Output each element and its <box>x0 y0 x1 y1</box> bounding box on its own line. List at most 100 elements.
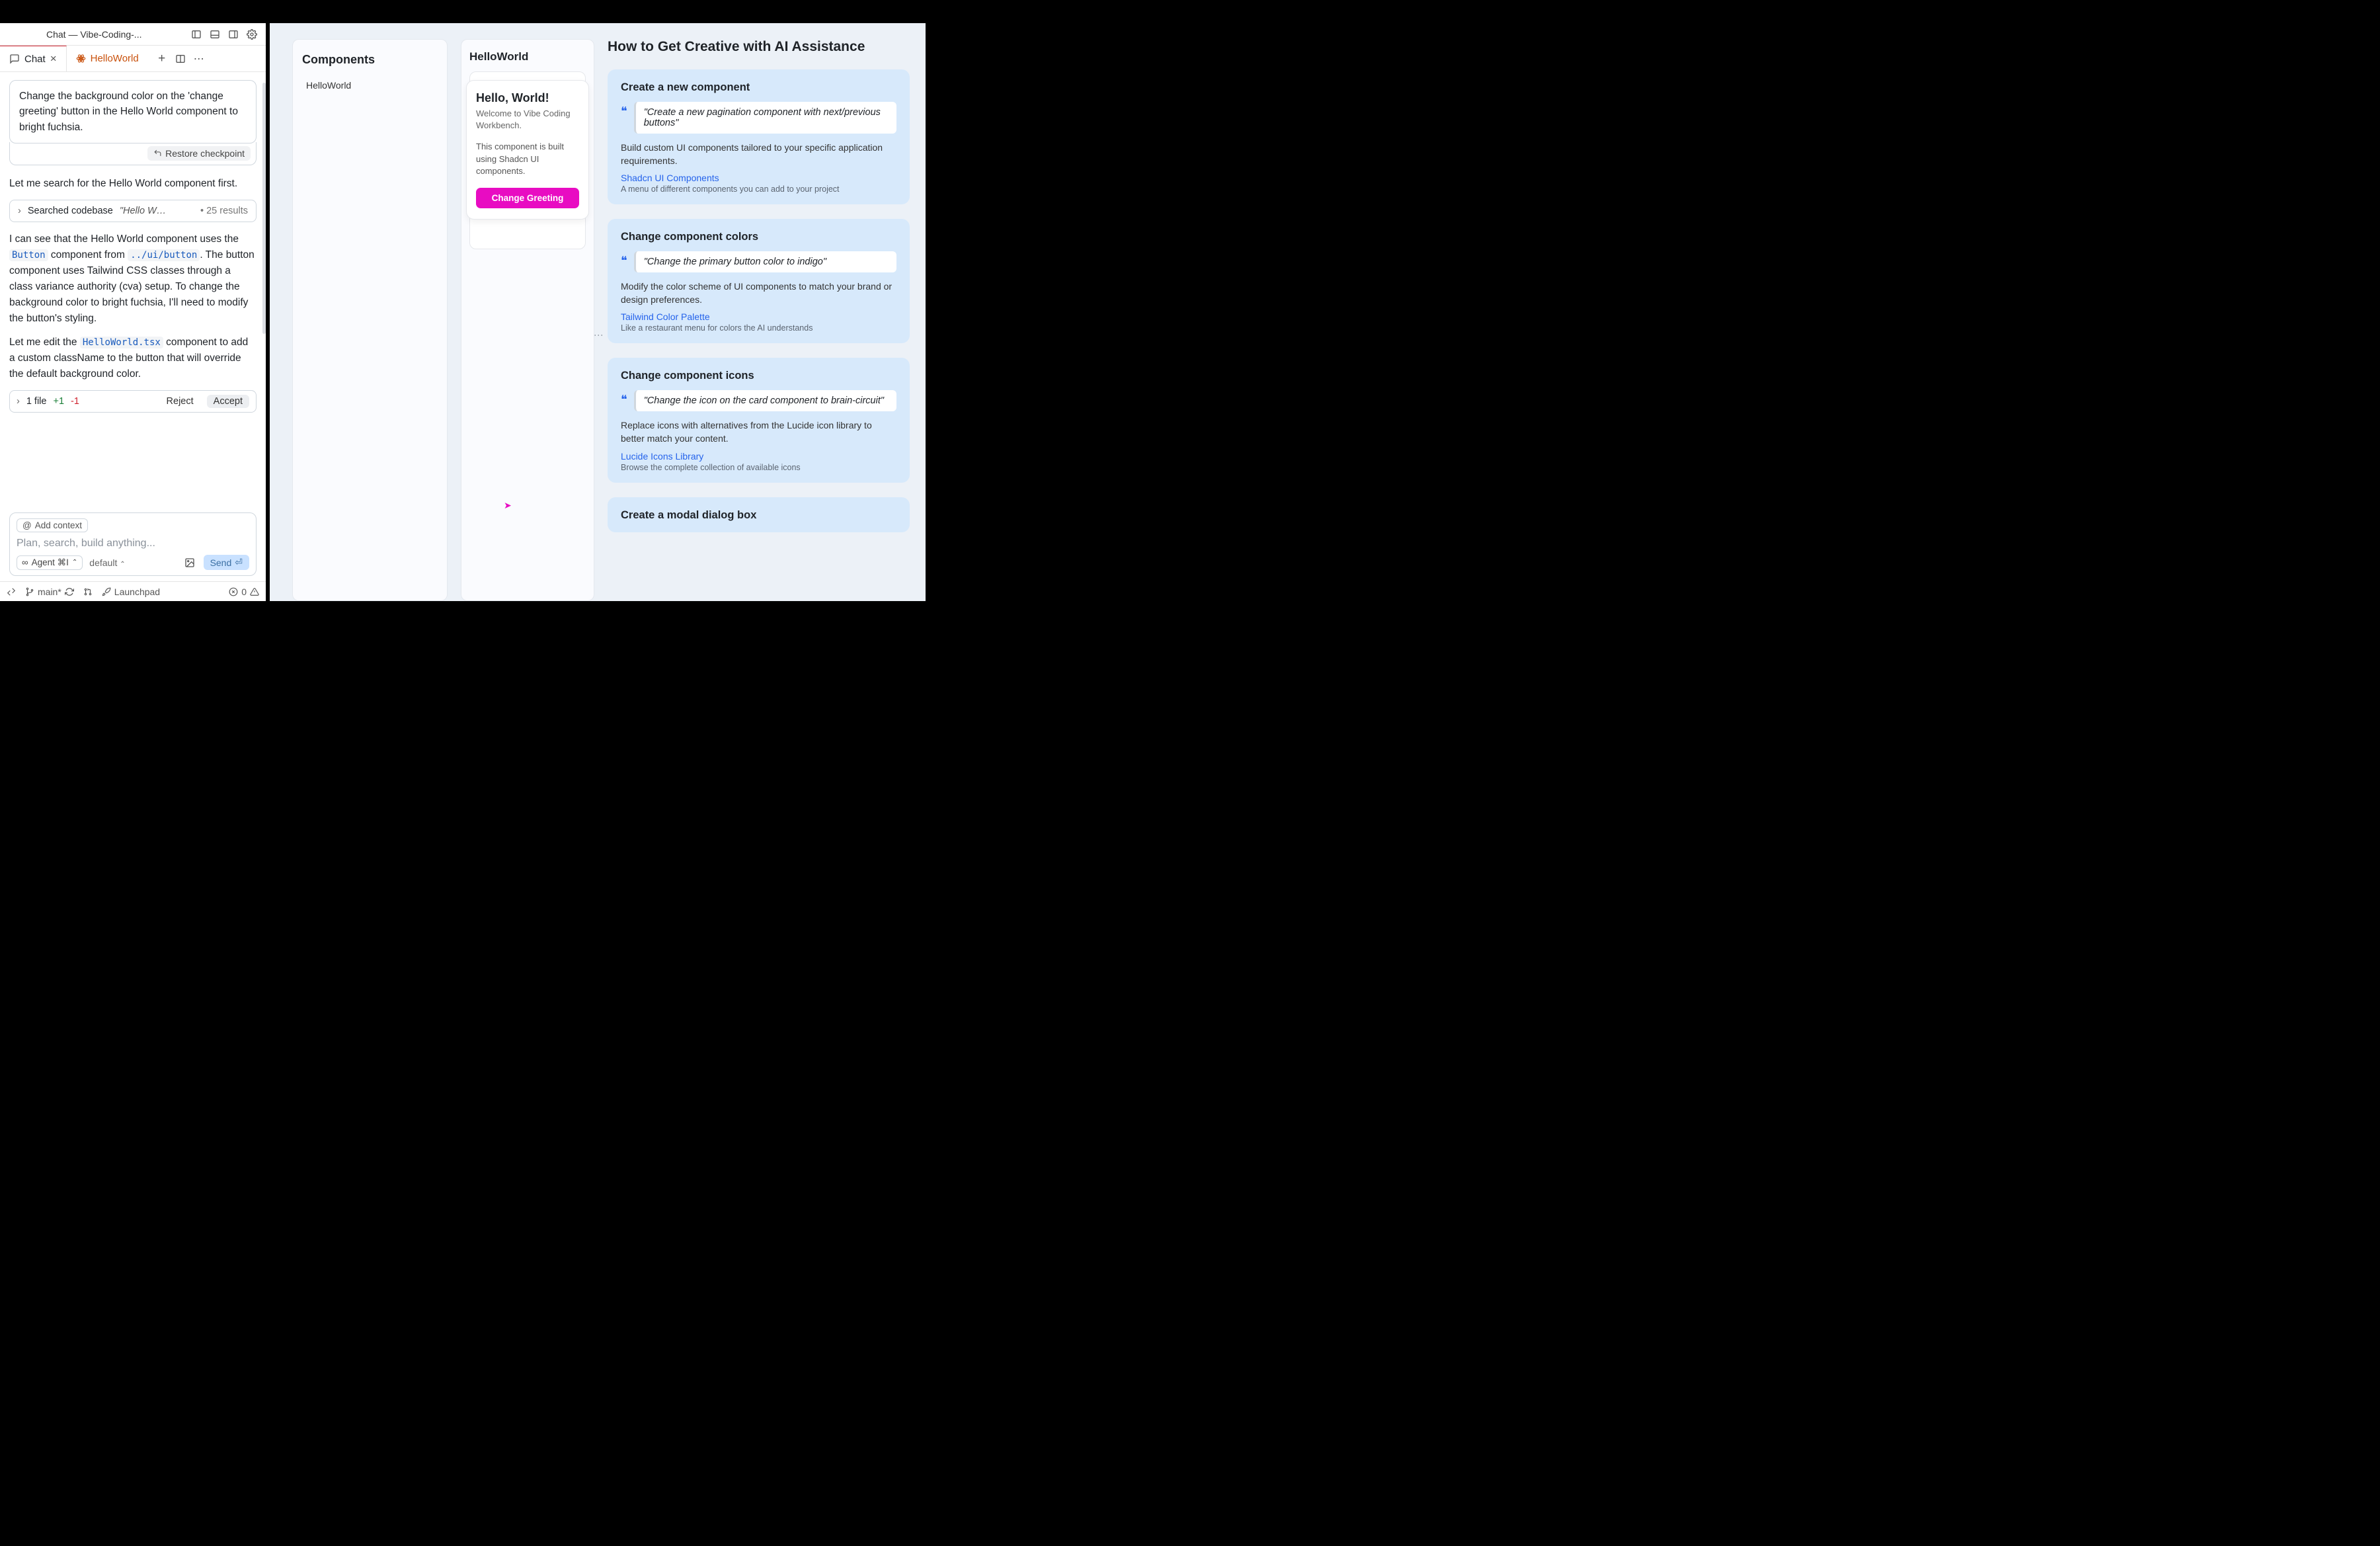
quote-icon: ❝ <box>621 390 627 411</box>
search-label: Searched codebase <box>28 206 113 216</box>
help-link[interactable]: Shadcn UI Components <box>621 173 896 183</box>
chat-scroll[interactable]: Change the background color on the 'chan… <box>0 72 266 509</box>
tab-strip: Chat × HelloWorld + ⋯ <box>0 46 266 72</box>
preview-panel: HelloWorld Hello, World! Welcome to Vibe… <box>461 39 594 601</box>
split-icon[interactable] <box>173 52 188 66</box>
chevron-right-icon: › <box>17 396 20 407</box>
reject-button[interactable]: Reject <box>160 395 200 408</box>
pr-icon[interactable] <box>83 587 93 596</box>
diff-deletions: -1 <box>71 396 79 407</box>
help-card-new-component: Create a new component ❝ "Create a new p… <box>608 69 910 204</box>
preview-heading: HelloWorld <box>469 50 586 63</box>
accept-button[interactable]: Accept <box>207 395 249 408</box>
composer: @ Add context ∞ Agent ⌘I ⌃ default ⌃ Sen… <box>9 512 257 576</box>
restore-checkpoint-button[interactable]: Restore checkpoint <box>147 146 251 161</box>
help-link[interactable]: Lucide Icons Library <box>621 451 896 462</box>
agent-mode-chip[interactable]: ∞ Agent ⌘I ⌃ <box>17 555 83 570</box>
code-inline: HelloWorld.tsx <box>80 337 163 348</box>
undo-icon <box>153 149 162 157</box>
help-title: How to Get Creative with AI Assistance <box>608 39 910 55</box>
error-count[interactable]: 0 <box>229 587 259 597</box>
diff-file-count: 1 file <box>26 396 47 407</box>
panel-left-icon[interactable] <box>189 27 204 42</box>
tab-helloworld[interactable]: HelloWorld <box>67 46 148 71</box>
code-inline: ../ui/button <box>128 249 200 261</box>
infinity-icon: ∞ <box>22 557 28 567</box>
model-select[interactable]: default ⌃ <box>89 557 125 568</box>
chat-icon <box>9 54 20 64</box>
card-title: Hello, World! <box>476 91 579 105</box>
help-quote: "Change the icon on the card component t… <box>634 390 896 411</box>
preview-card: Hello, World! Welcome to Vibe Coding Wor… <box>466 80 589 220</box>
error-icon <box>229 587 238 596</box>
sync-icon[interactable] <box>65 587 74 596</box>
help-card-title: Change component icons <box>621 370 896 382</box>
status-bar: main* Launchpad 0 <box>0 581 266 601</box>
quote-icon: ❝ <box>621 251 627 272</box>
help-desc: Modify the color scheme of UI components… <box>621 280 896 306</box>
branch-status[interactable]: main* <box>25 587 74 597</box>
assistant-text: Let me search for the Hello World compon… <box>9 176 257 192</box>
help-sub: Like a restaurant menu for colors the AI… <box>621 323 896 333</box>
user-message: Change the background color on the 'chan… <box>9 80 257 143</box>
cursor-icon: ➤ <box>504 500 512 511</box>
scrollbar[interactable] <box>262 83 266 334</box>
search-result-box[interactable]: › Searched codebase "Hello W… • 25 resul… <box>9 200 257 222</box>
quote-icon: ❝ <box>621 102 627 134</box>
diff-box[interactable]: › 1 file +1 -1 Reject Accept <box>9 390 257 413</box>
rocket-icon <box>102 587 111 596</box>
diff-additions: +1 <box>53 396 64 407</box>
tab-label: Chat <box>24 54 46 65</box>
branch-icon <box>25 587 34 596</box>
help-sub: A menu of different components you can a… <box>621 184 896 194</box>
help-desc: Replace icons with alternatives from the… <box>621 419 896 445</box>
search-count: • 25 results <box>200 206 248 216</box>
help-card-colors: Change component colors ❝ "Change the pr… <box>608 219 910 343</box>
chevron-up-icon: ⌃ <box>72 559 77 566</box>
image-icon[interactable] <box>182 555 197 570</box>
help-sub: Browse the complete collection of availa… <box>621 463 896 472</box>
close-icon[interactable]: × <box>50 52 57 65</box>
chat-input[interactable] <box>17 538 249 549</box>
remote-icon[interactable] <box>7 587 16 596</box>
help-link[interactable]: Tailwind Color Palette <box>621 311 896 322</box>
card-subtitle: Welcome to Vibe Coding Workbench. <box>476 108 579 132</box>
chevron-up-icon: ⌃ <box>120 561 125 568</box>
panel-bottom-icon[interactable] <box>208 27 222 42</box>
drag-handle-icon[interactable]: ⋮ <box>594 331 604 341</box>
tab-label: HelloWorld <box>91 53 139 64</box>
help-card-icons: Change component icons ❝ "Change the ico… <box>608 358 910 482</box>
new-tab-icon[interactable]: + <box>155 52 169 66</box>
launchpad-status[interactable]: Launchpad <box>102 587 160 597</box>
tab-chat[interactable]: Chat × <box>0 46 67 71</box>
help-card-modal: Create a modal dialog box <box>608 497 910 532</box>
window-header: Chat — Vibe-Coding-... <box>0 23 266 46</box>
card-desc: This component is built using Shadcn UI … <box>476 141 579 177</box>
enter-icon: ⏎ <box>235 557 243 568</box>
search-query: "Hello W… <box>120 206 194 216</box>
help-quote: "Change the primary button color to indi… <box>634 251 896 272</box>
help-card-title: Create a new component <box>621 81 896 94</box>
help-quote: "Create a new pagination component with … <box>634 102 896 134</box>
assistant-text: I can see that the Hello World component… <box>9 231 257 327</box>
panel-right-icon[interactable] <box>226 27 241 42</box>
component-item-helloworld[interactable]: HelloWorld <box>302 77 438 93</box>
send-button[interactable]: Send ⏎ <box>204 555 249 570</box>
at-icon: @ <box>22 520 32 530</box>
react-icon <box>76 54 86 63</box>
more-icon[interactable]: ⋯ <box>192 52 206 66</box>
assistant-text: Let me edit the HelloWorld.tsx component… <box>9 335 257 382</box>
help-card-title: Change component colors <box>621 231 896 243</box>
components-panel: Components HelloWorld <box>292 39 448 601</box>
gear-icon[interactable] <box>245 27 259 42</box>
warning-icon <box>250 587 259 596</box>
help-card-title: Create a modal dialog box <box>621 509 896 522</box>
add-context-chip[interactable]: @ Add context <box>17 518 88 532</box>
chevron-right-icon: › <box>18 206 21 216</box>
components-heading: Components <box>302 53 438 67</box>
help-desc: Build custom UI components tailored to y… <box>621 142 896 167</box>
change-greeting-button[interactable]: Change Greeting <box>476 188 579 208</box>
window-title: Chat — Vibe-Coding-... <box>46 29 185 40</box>
code-inline: Button <box>9 249 48 261</box>
help-panel[interactable]: How to Get Creative with AI Assistance C… <box>608 39 914 601</box>
